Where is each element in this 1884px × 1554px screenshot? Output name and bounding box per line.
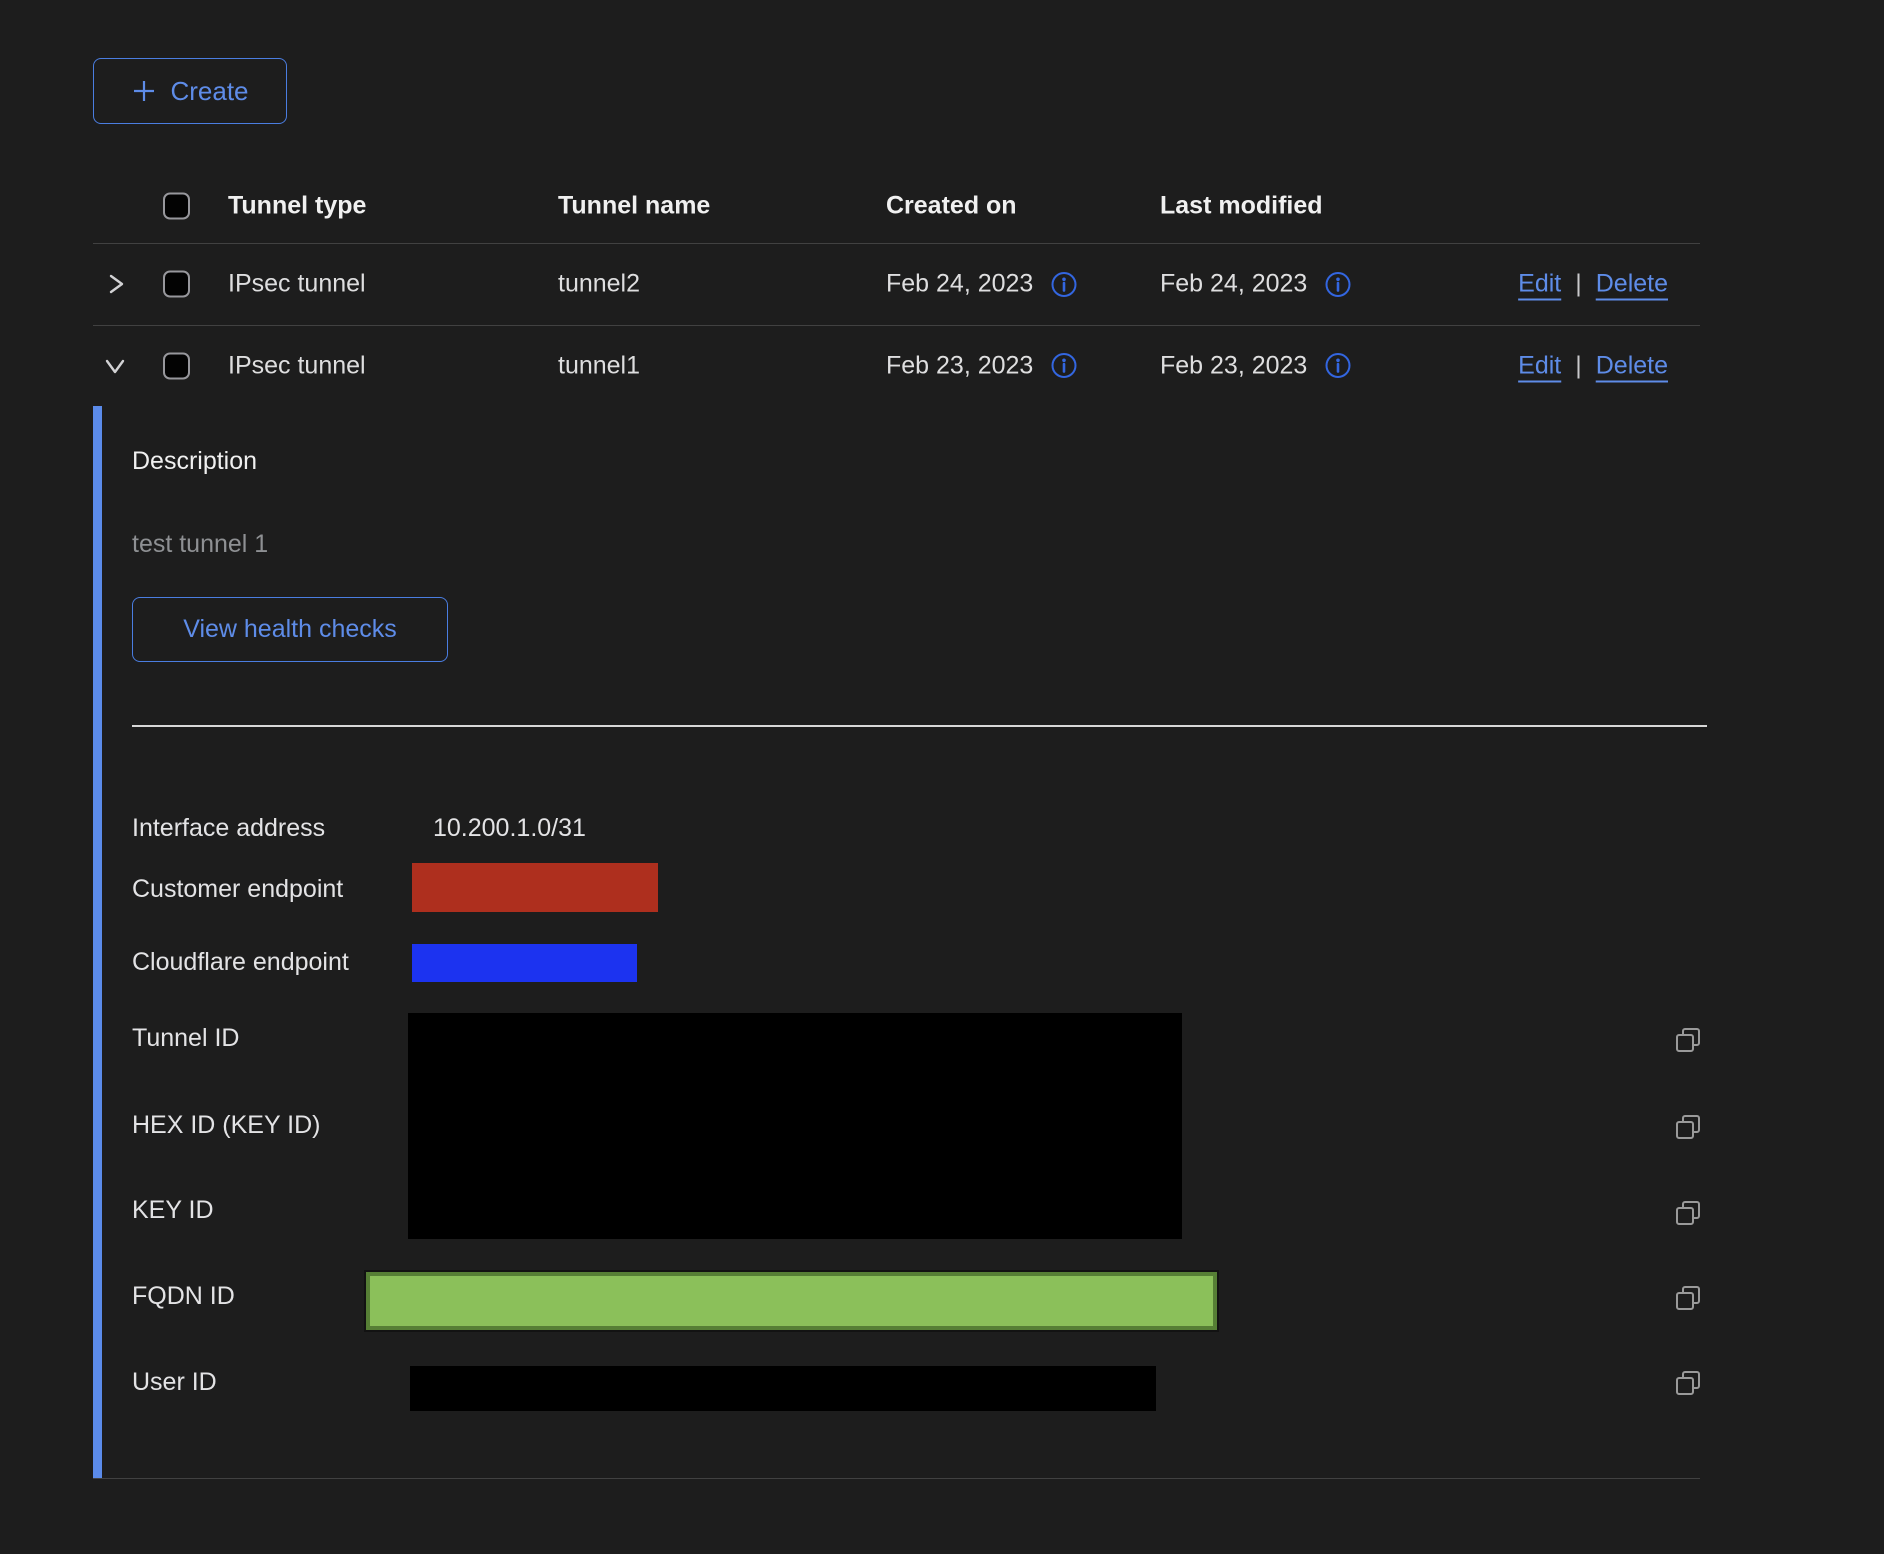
redacted-value-ids-block (408, 1013, 1182, 1239)
info-icon[interactable] (1324, 270, 1352, 298)
copy-tunnel-id-button[interactable] (1672, 1024, 1705, 1057)
field-label-customer-endpoint: Customer endpoint (132, 875, 343, 904)
copy-fqdn-id-button[interactable] (1672, 1282, 1705, 1315)
row-checkbox[interactable] (163, 271, 190, 298)
view-health-checks-button[interactable]: View health checks (132, 597, 448, 662)
last-modified-text: Feb 24, 2023 (1160, 270, 1307, 299)
cell-created-on: Feb 23, 2023 (886, 351, 1078, 380)
copy-icon (1672, 1282, 1705, 1315)
chevron-right-icon[interactable] (101, 270, 129, 298)
edit-link[interactable]: Edit (1518, 351, 1561, 380)
action-separator: | (1575, 270, 1582, 299)
action-separator: | (1575, 351, 1582, 380)
cell-created-on: Feb 24, 2023 (886, 270, 1078, 299)
expanded-bottom-divider (93, 1478, 1700, 1479)
description-label: Description (132, 447, 257, 476)
table-row-tunnel1: IPsec tunnel tunnel1 Feb 23, 2023 Feb 23… (93, 325, 1700, 406)
expanded-panel-tunnel1: Description test tunnel 1 View health ch… (93, 406, 1700, 1478)
delete-link[interactable]: Delete (1596, 270, 1668, 299)
cell-tunnel-name: tunnel2 (558, 270, 640, 299)
field-label-cloudflare-endpoint: Cloudflare endpoint (132, 948, 349, 977)
info-icon[interactable] (1050, 270, 1078, 298)
last-modified-text: Feb 23, 2023 (1160, 351, 1307, 380)
delete-link[interactable]: Delete (1596, 351, 1668, 380)
copy-hex-id-button[interactable] (1672, 1111, 1705, 1144)
section-divider (132, 725, 1707, 727)
copy-icon (1672, 1367, 1705, 1400)
row-actions: Edit | Delete (1518, 351, 1668, 380)
copy-icon (1672, 1024, 1705, 1057)
create-button-label: Create (170, 76, 248, 107)
info-icon[interactable] (1324, 352, 1352, 380)
cell-last-modified: Feb 24, 2023 (1160, 270, 1352, 299)
created-on-text: Feb 23, 2023 (886, 351, 1033, 380)
select-all-checkbox[interactable] (163, 192, 190, 219)
copy-key-id-button[interactable] (1672, 1197, 1705, 1230)
redacted-value-fqdn-id (366, 1272, 1217, 1330)
field-label-user-id: User ID (132, 1368, 217, 1397)
row-actions: Edit | Delete (1518, 270, 1668, 299)
field-label-fqdn-id: FQDN ID (132, 1282, 235, 1311)
column-header-last-modified: Last modified (1160, 191, 1323, 220)
copy-icon (1672, 1111, 1705, 1144)
column-header-tunnel-type: Tunnel type (228, 191, 366, 220)
created-on-text: Feb 24, 2023 (886, 270, 1033, 299)
field-label-tunnel-id: Tunnel ID (132, 1024, 239, 1053)
field-value-interface-address: 10.200.1.0/31 (433, 814, 586, 843)
table-row-tunnel2: IPsec tunnel tunnel2 Feb 24, 2023 Feb 24… (93, 243, 1700, 325)
redacted-value-user-id (410, 1366, 1156, 1411)
table-header-row: Tunnel type Tunnel name Created on Last … (93, 168, 1700, 243)
create-button[interactable]: Create (93, 58, 287, 124)
redacted-value-cloudflare-endpoint (412, 944, 637, 982)
info-icon[interactable] (1050, 352, 1078, 380)
cell-tunnel-type: IPsec tunnel (228, 351, 366, 380)
cell-last-modified: Feb 23, 2023 (1160, 351, 1352, 380)
field-label-interface-address: Interface address (132, 814, 325, 843)
expanded-accent-bar (93, 406, 102, 1478)
redacted-value-customer-endpoint (412, 863, 658, 912)
cell-tunnel-name: tunnel1 (558, 351, 640, 380)
copy-user-id-button[interactable] (1672, 1367, 1705, 1400)
row-checkbox[interactable] (163, 352, 190, 379)
copy-icon (1672, 1197, 1705, 1230)
chevron-down-icon[interactable] (101, 352, 129, 380)
plus-icon (131, 78, 157, 104)
field-label-key-id: KEY ID (132, 1196, 214, 1225)
column-header-created-on: Created on (886, 191, 1017, 220)
description-value: test tunnel 1 (132, 530, 268, 559)
field-label-hex-id: HEX ID (KEY ID) (132, 1111, 320, 1140)
edit-link[interactable]: Edit (1518, 270, 1561, 299)
cell-tunnel-type: IPsec tunnel (228, 270, 366, 299)
column-header-tunnel-name: Tunnel name (558, 191, 710, 220)
